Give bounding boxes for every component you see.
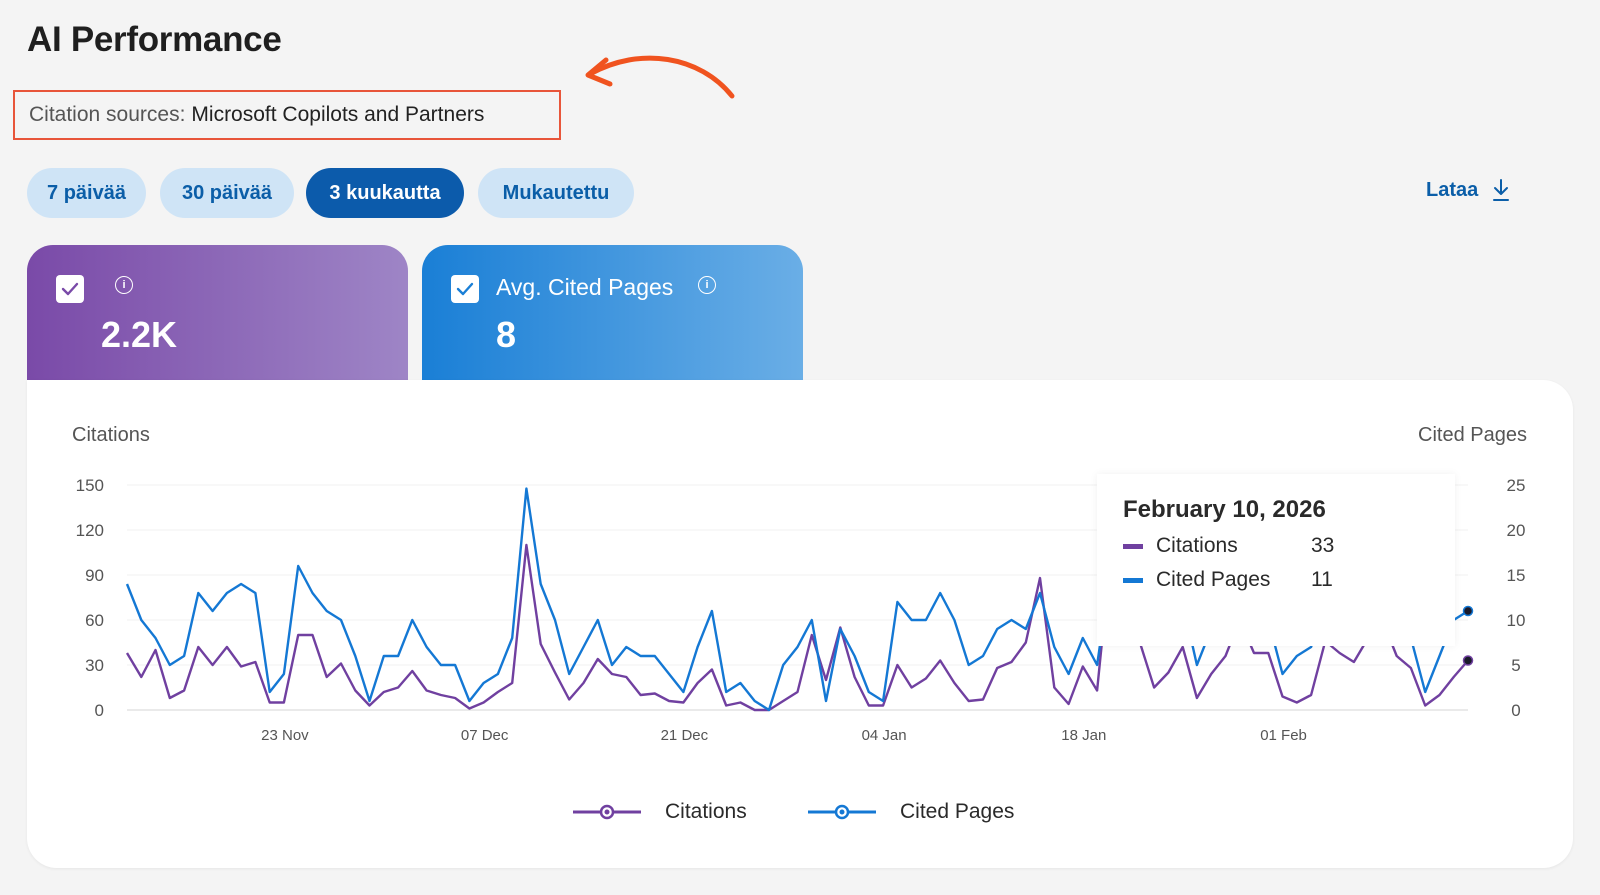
- tooltip-row-cited-pages: Cited Pages 11: [1123, 568, 1429, 592]
- x-tick-label: 01 Feb: [1260, 727, 1307, 744]
- tooltip-row-citations: Citations 33: [1123, 534, 1429, 558]
- legend-label: Cited Pages: [900, 800, 1015, 823]
- x-tick-label: 21 Dec: [661, 727, 709, 744]
- chart-tooltip: February 10, 2026 Citations 33 Cited Pag…: [1097, 474, 1455, 646]
- x-tick-label: 23 Nov: [261, 727, 309, 744]
- y-tick-label: 0: [95, 701, 104, 720]
- tooltip-swatch: [1123, 543, 1143, 549]
- x-tick-label: 07 Dec: [461, 727, 509, 744]
- legend-line-marker-icon: [808, 804, 876, 820]
- legend-label: Citations: [665, 800, 747, 823]
- tooltip-swatch: [1123, 577, 1143, 583]
- y-tick-label: 60: [85, 611, 104, 630]
- series-point: [1462, 605, 1474, 617]
- y2-tick-label: 20: [1507, 521, 1526, 540]
- tooltip-date: February 10, 2026: [1123, 496, 1326, 523]
- series-point: [1462, 655, 1474, 666]
- tooltip-value: 33: [1311, 534, 1335, 557]
- legend-line-marker-icon: [573, 804, 641, 820]
- y2-tick-label: 0: [1511, 701, 1520, 720]
- y-axis-title-left: Citations: [72, 424, 150, 446]
- y-tick-label: 150: [76, 476, 104, 495]
- tooltip-value: 11: [1311, 568, 1333, 591]
- y2-tick-label: 25: [1507, 476, 1526, 495]
- y2-tick-label: 10: [1507, 611, 1526, 630]
- x-tick-label: 18 Jan: [1061, 727, 1106, 744]
- x-tick-label: 04 Jan: [862, 727, 907, 744]
- legend-item-citations[interactable]: Citations: [573, 800, 747, 824]
- tooltip-name: Cited Pages: [1156, 568, 1271, 591]
- y-tick-label: 90: [85, 566, 104, 585]
- y2-tick-label: 5: [1511, 656, 1520, 675]
- y-axis-title-right: Cited Pages: [1418, 424, 1527, 446]
- legend-item-cited-pages[interactable]: Cited Pages: [808, 800, 1014, 824]
- y-tick-label: 30: [85, 656, 104, 675]
- y-tick-label: 120: [76, 521, 104, 540]
- tooltip-name: Citations: [1156, 534, 1238, 557]
- line-chart: Citations Cited Pages 0 30 60 90 120 150 0 5 10 15 2…: [72, 424, 1527, 744]
- y2-tick-label: 15: [1507, 566, 1526, 585]
